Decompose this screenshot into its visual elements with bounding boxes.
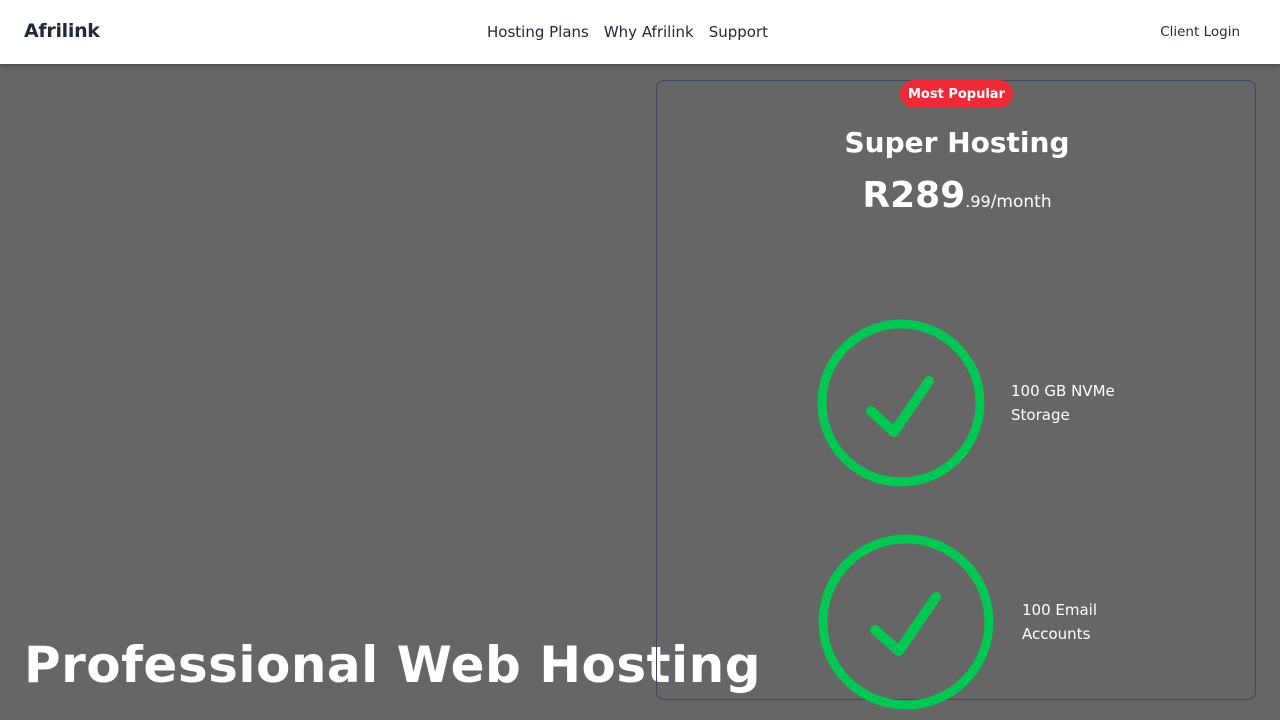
navbar: Afrilink Hosting Plans Why Afrilink Supp… bbox=[0, 0, 1280, 64]
nav-link-support[interactable]: Support bbox=[709, 23, 768, 41]
plan-name: Super Hosting bbox=[844, 126, 1070, 159]
price-period: /month bbox=[990, 192, 1052, 212]
pricing-card-super-hosting: Most Popular Super Hosting R289.99/month… bbox=[656, 80, 1257, 710]
check-circle-icon bbox=[818, 534, 994, 710]
plan-price: R289.99/month bbox=[657, 175, 1257, 216]
feature-text: 100 Email Accounts bbox=[1022, 601, 1098, 643]
feature-text: 100 GB NVMe Storage bbox=[1011, 382, 1115, 424]
client-login-link[interactable]: Client Login bbox=[1160, 24, 1240, 40]
nav-links: Hosting Plans Why Afrilink Support bbox=[487, 23, 768, 41]
price-amount: R289 bbox=[862, 175, 966, 216]
most-popular-badge: Most Popular bbox=[900, 80, 1013, 108]
price-cents: .99 bbox=[965, 192, 991, 211]
brand-logo[interactable]: Afrilink bbox=[24, 20, 100, 42]
nav-link-hosting-plans[interactable]: Hosting Plans bbox=[487, 23, 589, 41]
hero-title: Professional Web Hosting bbox=[24, 636, 762, 694]
feature-item: 100 GB NVMe Storage bbox=[816, 318, 1136, 488]
check-circle-icon bbox=[817, 319, 985, 487]
nav-link-why-afrilink[interactable]: Why Afrilink bbox=[604, 23, 694, 41]
feature-item: 100 Email Accounts bbox=[817, 533, 1122, 711]
